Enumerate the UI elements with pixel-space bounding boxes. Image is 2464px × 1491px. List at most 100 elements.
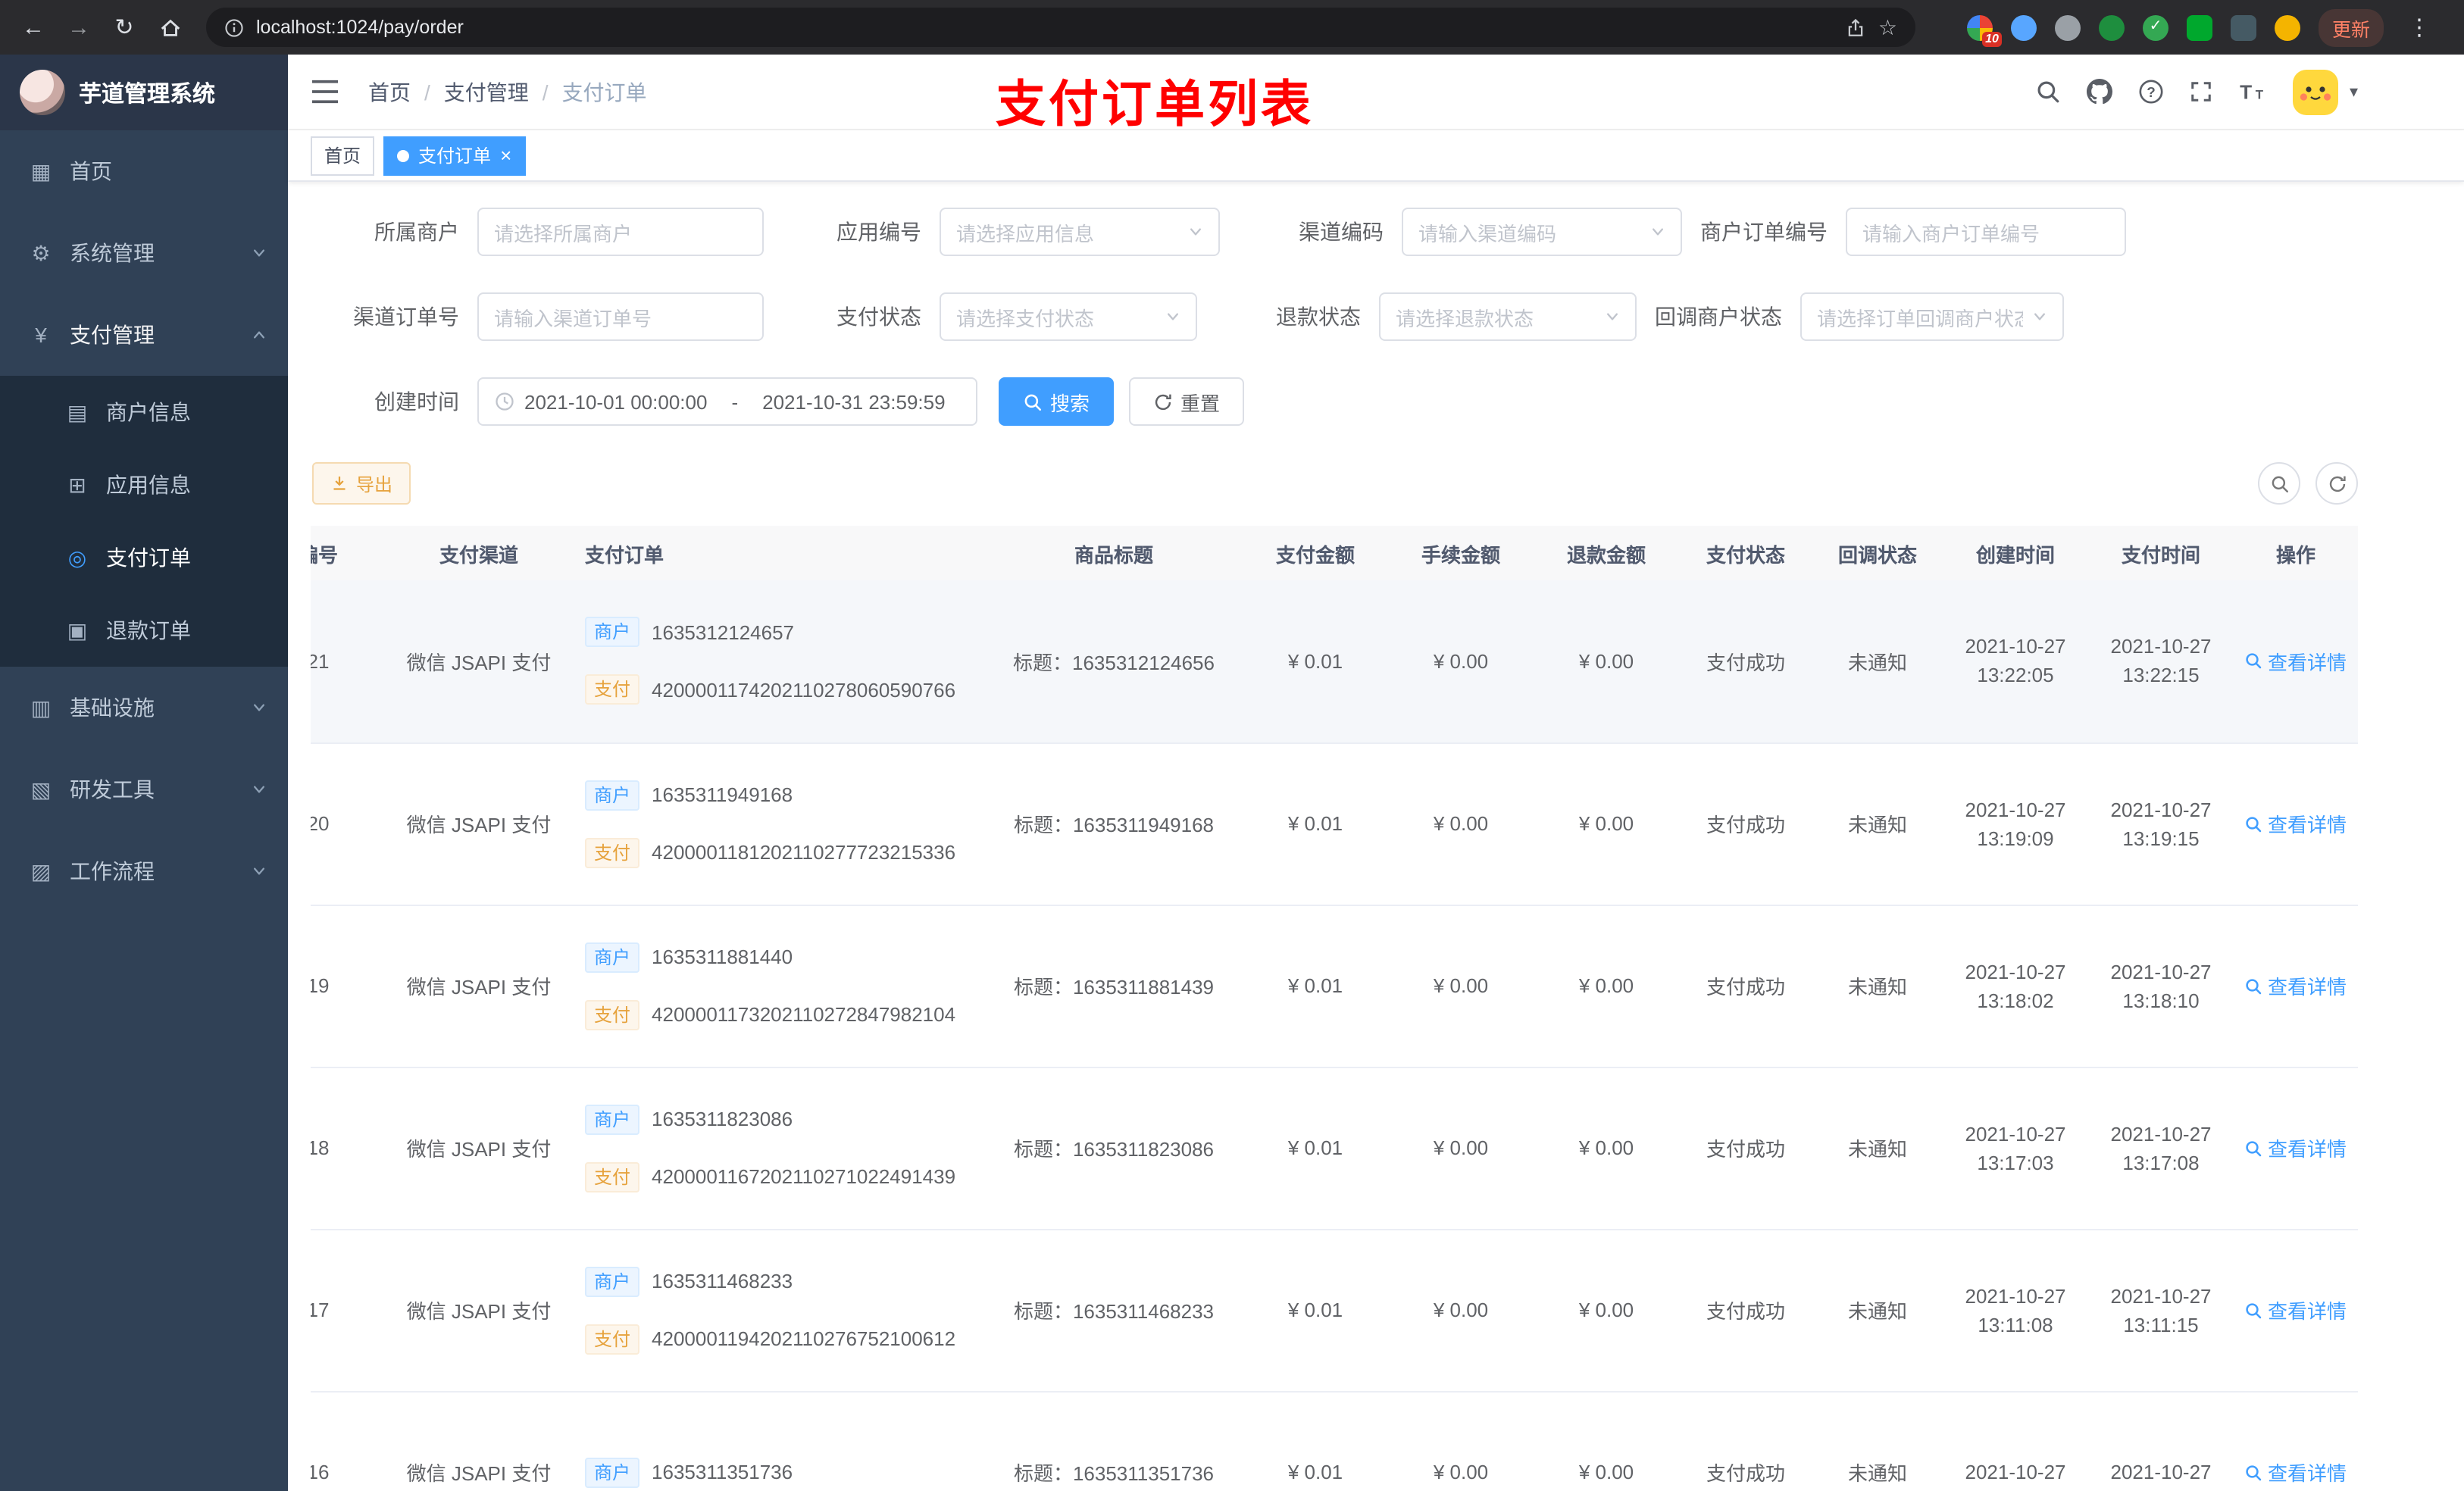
merchant-icon: ▤ (67, 399, 88, 424)
cell-notify: 未通知 (1812, 1391, 1943, 1491)
fullscreen-icon[interactable] (2190, 80, 2213, 103)
cell-channel: 微信 JSAPI 支付 (400, 1067, 558, 1230)
browser-update-button[interactable]: 更新 (2318, 8, 2384, 46)
extension-green-square-icon[interactable] (2186, 14, 2212, 40)
sidebar-menu: ▦ 首页 ⚙ 系统管理 ¥ 支付管理 ▤ 商户信息 ⊞ 应用信息 ◎ 支付订单 ▣ 退款订单 ▥ 基础设施 ▧ 研… (0, 130, 288, 912)
reset-button[interactable]: 重置 (1129, 377, 1245, 426)
sidebar-item-merchant-info[interactable]: ▤ 商户信息 (0, 376, 288, 449)
cell-title: 标题：1635311881439 (985, 905, 1243, 1067)
search-icon[interactable] (2036, 79, 2062, 105)
site-info-icon[interactable] (224, 17, 244, 37)
breadcrumb-payment[interactable]: 支付管理 (444, 77, 529, 107)
clock-icon (494, 391, 515, 412)
download-icon (330, 474, 349, 492)
chevron-down-icon (252, 782, 267, 797)
cell-id: 16 (311, 1391, 400, 1491)
extension-green-icon[interactable] (2098, 14, 2125, 40)
browser-reload-icon[interactable]: ↻ (103, 6, 145, 48)
view-detail-link[interactable]: 查看详情 (2245, 971, 2347, 1000)
filter-channel-code-select[interactable]: 请输入渠道编码 (1402, 208, 1682, 256)
toggle-search-icon-button[interactable] (2258, 462, 2300, 505)
table-toolbar: 导出 (311, 462, 2441, 505)
magnifier-icon (2245, 1139, 2263, 1157)
search-button[interactable]: 搜索 (999, 377, 1115, 426)
filter-merchant-owner-input[interactable]: 请选择所属商户 (477, 208, 764, 256)
hamburger-icon[interactable] (288, 55, 362, 129)
view-detail-link[interactable]: 查看详情 (2245, 1296, 2347, 1324)
column-header: 手续金额 (1388, 526, 1534, 580)
cell-refund: ¥ 0.00 (1534, 580, 1679, 743)
view-detail-link[interactable]: 查看详情 (2245, 1133, 2347, 1162)
cell-id: 18 (311, 1067, 400, 1230)
sidebar-item-payment[interactable]: ¥ 支付管理 (0, 294, 288, 376)
address-bar[interactable]: localhost:1024/pay/order ☆ (206, 8, 1915, 47)
close-tab-icon[interactable]: × (500, 145, 511, 165)
extension-check-icon[interactable]: ✓ (2142, 14, 2169, 40)
help-icon[interactable]: ? (2139, 79, 2165, 105)
browser-home-icon[interactable] (149, 6, 191, 48)
github-icon[interactable] (2087, 79, 2113, 105)
user-avatar-menu[interactable]: ▾ (2293, 69, 2358, 114)
table-row: 17微信 JSAPI 支付商户1635311468233支付4200001194… (311, 1229, 2358, 1392)
tab-home[interactable]: 首页 (311, 136, 375, 175)
share-icon[interactable] (1846, 17, 1866, 37)
font-size-icon[interactable]: TT (2239, 80, 2268, 103)
sidebar-item-workflow[interactable]: ▨ 工作流程 (0, 830, 288, 912)
merchant-tag: 商户 (585, 780, 640, 810)
sidebar-item-system[interactable]: ⚙ 系统管理 (0, 212, 288, 294)
chevron-down-icon (2032, 309, 2047, 324)
tab-pay-order[interactable]: 支付订单 × (383, 136, 526, 175)
cell-id: 21 (311, 580, 400, 743)
cell-refund: ¥ 0.00 (1534, 1067, 1679, 1230)
orders-table: 编号支付渠道支付订单商品标题支付金额手续金额退款金额支付状态回调状态创建时间支付… (311, 526, 2441, 1491)
filter-app-no-select[interactable]: 请选择应用信息 (940, 208, 1220, 256)
sidebar-item-app-info[interactable]: ⊞ 应用信息 (0, 449, 288, 521)
column-header: 退款金额 (1534, 526, 1679, 580)
chevron-down-icon (1165, 309, 1180, 324)
app-icon: ⊞ (68, 472, 86, 496)
filter-label-channel-code: 渠道编码 (1299, 220, 1384, 244)
cell-pay-order: 商户 1635311468233 支付 42000011942021102767521… (558, 1229, 985, 1392)
cell-pay-time: 2021-10-27 13:17:08 (2088, 1067, 2234, 1230)
pay-tag: 支付 (585, 999, 640, 1030)
extension-dark-icon[interactable] (2230, 14, 2256, 40)
extension-colorful-icon[interactable]: 10 (1966, 14, 2002, 46)
cell-status: 支付成功 (1679, 1067, 1812, 1230)
cell-status: 支付成功 (1679, 1229, 1812, 1392)
browser-menu-icon[interactable]: ⋮ (2402, 14, 2437, 41)
sidebar-item-home[interactable]: ▦ 首页 (0, 130, 288, 212)
breadcrumb-home[interactable]: 首页 (368, 77, 411, 107)
date-end-value: 2021-10-31 23:59:59 (762, 390, 946, 413)
filter-channel-order-no-input[interactable]: 请输入渠道订单号 (477, 292, 764, 341)
create-time-range-picker[interactable]: 2021-10-01 00:00:00 - 2021-10-31 23:59:5… (477, 377, 977, 426)
url-text: localhost:1024/pay/order (256, 17, 464, 38)
cell-pay-order: 商户 1635311351736 (558, 1391, 985, 1491)
sidebar-item-infrastructure[interactable]: ▥ 基础设施 (0, 667, 288, 749)
sidebar-item-dev-tools[interactable]: ▧ 研发工具 (0, 749, 288, 830)
view-detail-link[interactable]: 查看详情 (2245, 647, 2347, 676)
cell-refund: ¥ 0.00 (1534, 742, 1679, 905)
chevron-down-icon (252, 864, 267, 879)
view-detail-link[interactable]: 查看详情 (2245, 809, 2347, 838)
browser-back-icon[interactable]: ← (12, 6, 55, 48)
cell-action: 查看详情 (2234, 905, 2358, 1067)
column-header: 操作 (2234, 526, 2358, 580)
cell-title: 标题：1635311351736 (985, 1391, 1243, 1491)
bookmark-star-icon[interactable]: ☆ (1878, 14, 1897, 40)
browser-forward-icon[interactable]: → (58, 6, 100, 48)
filter-merchant-order-no-input[interactable]: 请输入商户订单编号 (1846, 208, 2126, 256)
sidebar-item-pay-order[interactable]: ◎ 支付订单 (0, 521, 288, 594)
refresh-table-icon-button[interactable] (2315, 462, 2358, 505)
extension-gray-icon[interactable] (2054, 14, 2081, 40)
app-logo[interactable]: 芋道管理系统 (0, 55, 288, 130)
export-button[interactable]: 导出 (312, 462, 411, 505)
extension-blue-icon[interactable] (2010, 14, 2037, 40)
cell-title: 标题：1635312124656 (985, 580, 1243, 743)
filter-pay-status-select[interactable]: 请选择支付状态 (940, 292, 1197, 341)
filter-refund-status-select[interactable]: 请选择退款状态 (1379, 292, 1637, 341)
filter-callback-status-select[interactable]: 请选择订单回调商户状态 (1800, 292, 2064, 341)
view-detail-link[interactable]: 查看详情 (2245, 1458, 2347, 1486)
sidebar-item-refund-order[interactable]: ▣ 退款订单 (0, 594, 288, 667)
merchant-tag: 商户 (585, 617, 640, 648)
profile-avatar-icon[interactable] (2274, 14, 2300, 40)
